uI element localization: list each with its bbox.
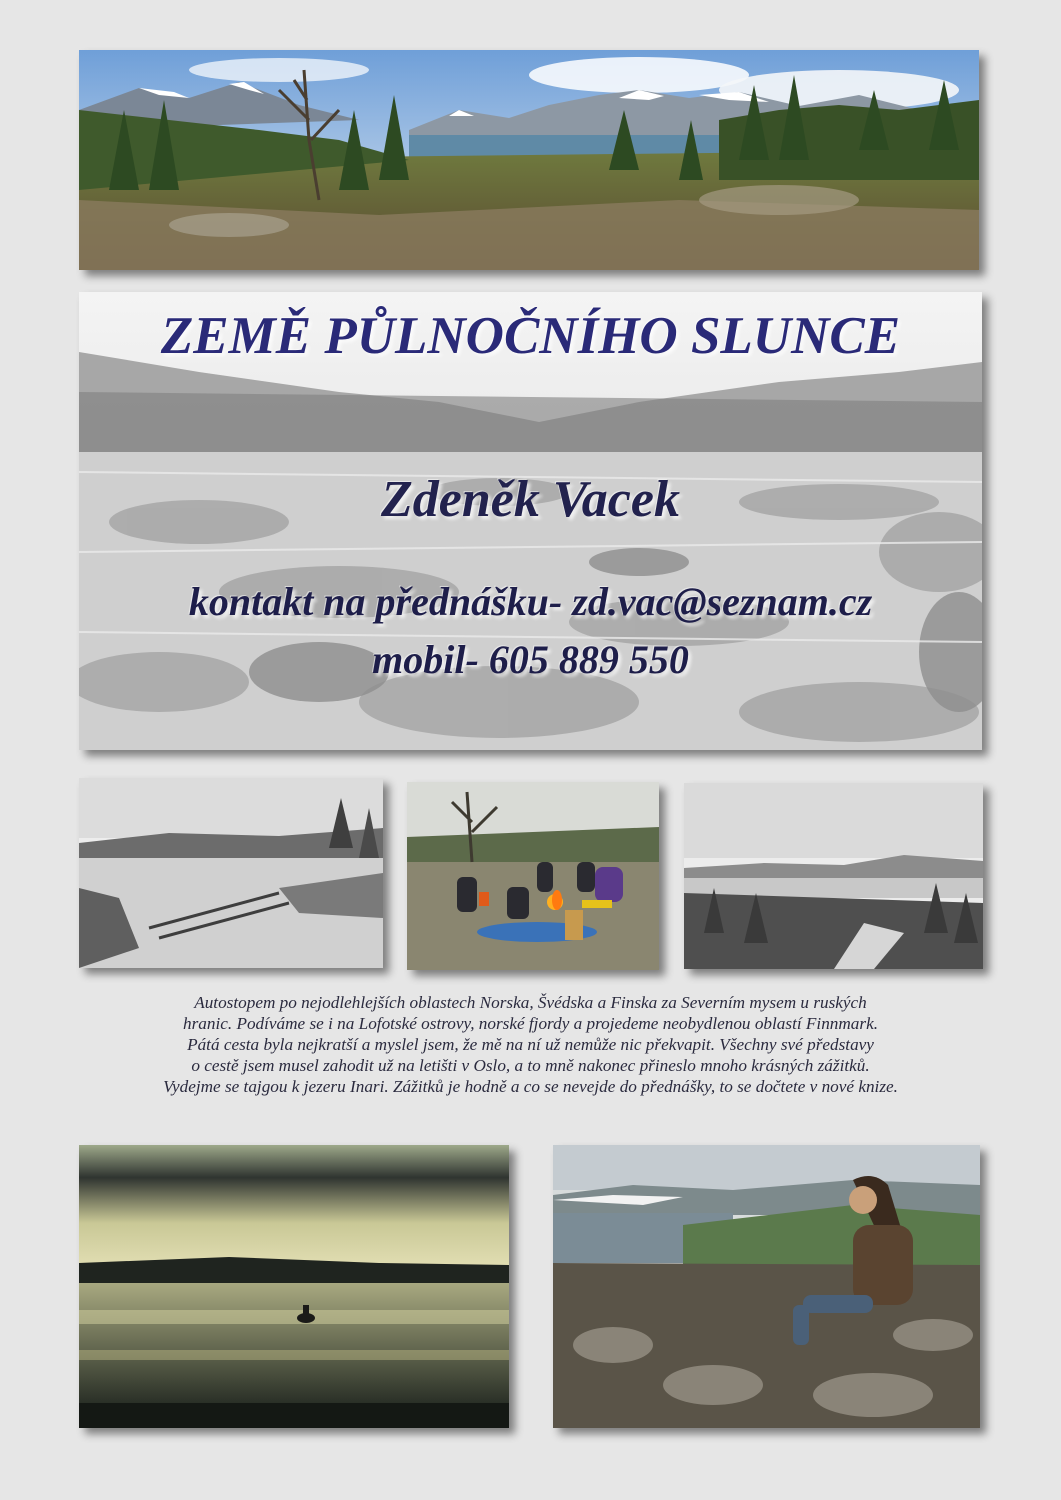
description-line: Pátá cesta byla nejkratší a myslel jsem,… [187, 1035, 874, 1054]
lake-sunset-photo [79, 1145, 509, 1428]
author-name: Zdeněk Vacek [381, 471, 680, 528]
person-on-rocks-photo [553, 1145, 980, 1428]
drawing-forest-valley [684, 783, 983, 969]
description-line: hranic. Podíváme se i na Lofotské ostrov… [182, 1014, 879, 1033]
description-line: Autostopem po nejodlehlejších oblastech … [194, 993, 867, 1012]
title-panel: ZEMĚ PŮLNOČNÍHO SLUNCE Zdeněk Vacek kont… [79, 292, 982, 750]
contact-email-line: kontakt na přednášku- zd.vac@seznam.cz [188, 579, 873, 624]
drawing-lake-bridge [79, 778, 383, 968]
mobile-number-line: mobil- 605 889 550 [372, 637, 689, 682]
poster-title: ZEMĚ PŮLNOČNÍHO SLUNCE [160, 307, 901, 365]
panorama-photo [79, 50, 979, 270]
description-line: Vydejme se tajgou k jezeru Inari. Zážitk… [163, 1077, 898, 1096]
campfire-group-photo [407, 782, 659, 970]
trip-description: Autostopem po nejodlehlejších oblastech … [70, 992, 991, 1097]
description-line: o cestě jsem musel zahodit už na letišti… [191, 1056, 870, 1075]
